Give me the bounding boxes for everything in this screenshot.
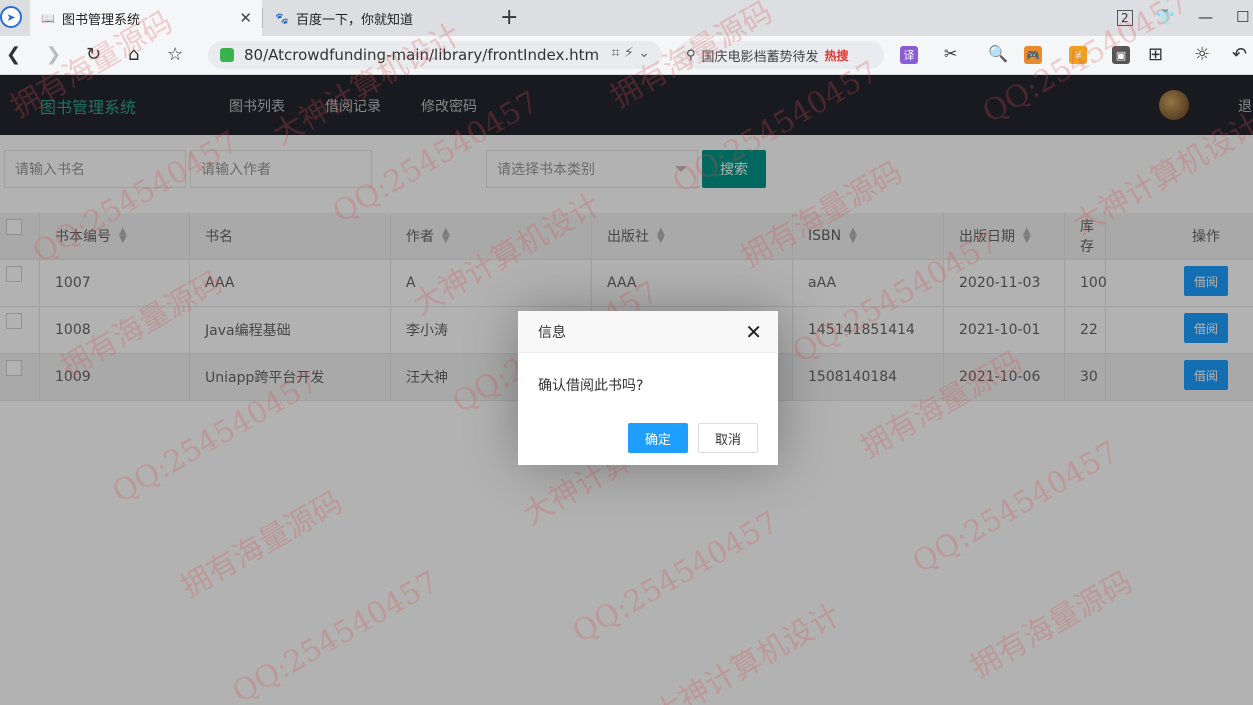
- reload-icon[interactable]: ↻: [86, 44, 101, 65]
- cancel-button[interactable]: 取消: [698, 423, 758, 453]
- game-icon[interactable]: 🎮: [1024, 46, 1042, 64]
- tab-count-badge[interactable]: 2: [1117, 10, 1133, 26]
- browser-search-box[interactable]: ⚲ 国庆电影档蓄势待发 热搜: [676, 41, 884, 69]
- undo-icon[interactable]: ↶: [1232, 44, 1247, 65]
- hot-search-label: 热搜: [824, 48, 849, 63]
- dialog-message: 确认借阅此书吗?: [538, 378, 644, 394]
- tab-title: 百度一下，你就知道: [296, 12, 414, 28]
- forward-icon[interactable]: ❯: [46, 44, 61, 65]
- address-tools-icon[interactable]: ⌗ ⚡ ⌄: [612, 45, 650, 61]
- close-icon[interactable]: ✕: [745, 322, 762, 342]
- confirm-dialog: 信息 ✕ 确认借阅此书吗? 确定 取消: [518, 311, 778, 465]
- brightness-icon[interactable]: ☼: [1194, 44, 1210, 65]
- tab-separator: [262, 8, 263, 28]
- new-tab-plus-icon[interactable]: +: [500, 5, 518, 30]
- address-bar[interactable]: 80/Atcrowdfunding-main/library/frontInde…: [208, 41, 662, 69]
- maximize-icon[interactable]: ☐: [1236, 8, 1249, 26]
- bookmark-star-icon[interactable]: ☆: [167, 44, 183, 65]
- translate-icon[interactable]: 译: [900, 46, 918, 64]
- apps-grid-icon[interactable]: ⊞: [1148, 44, 1163, 65]
- shirt-icon[interactable]: 👕: [1156, 8, 1175, 26]
- close-tab-icon[interactable]: ✕: [239, 9, 252, 27]
- search-icon: ⚲: [686, 47, 696, 63]
- scissors-icon[interactable]: ✂: [944, 44, 957, 63]
- browser-toolbar: ❮ ❯ ↻ ⌂ ☆ 80/Atcrowdfunding-main/library…: [0, 36, 1253, 75]
- back-icon[interactable]: ❮: [6, 44, 21, 65]
- home-icon[interactable]: ⌂: [128, 44, 139, 65]
- security-shield-icon: [220, 48, 234, 62]
- baidu-favicon-icon: 🐾: [275, 11, 289, 25]
- search-text: 国庆电影档蓄势待发: [701, 49, 819, 65]
- coupon-icon[interactable]: ¥: [1069, 46, 1087, 64]
- reader-icon[interactable]: ▣: [1112, 46, 1130, 64]
- dialog-title[interactable]: 信息: [518, 311, 778, 353]
- confirm-button[interactable]: 确定: [628, 423, 688, 453]
- browser-tab-strip: ➤ 📖 图书管理系统 ✕ 🐾 百度一下，你就知道 + 2 👕 — ☐: [0, 0, 1253, 36]
- browser-nav-icon[interactable]: ➤: [0, 6, 22, 28]
- minimize-icon[interactable]: —: [1198, 8, 1213, 26]
- address-url: 80/Atcrowdfunding-main/library/frontInde…: [244, 46, 600, 64]
- tab-library-system[interactable]: 📖 图书管理系统 ✕: [30, 0, 262, 36]
- book-favicon-icon: 📖: [41, 11, 55, 25]
- tab-title: 图书管理系统: [62, 12, 141, 28]
- magnifier-icon[interactable]: 🔍: [988, 44, 1008, 63]
- tab-baidu[interactable]: 🐾 百度一下，你就知道: [264, 0, 492, 36]
